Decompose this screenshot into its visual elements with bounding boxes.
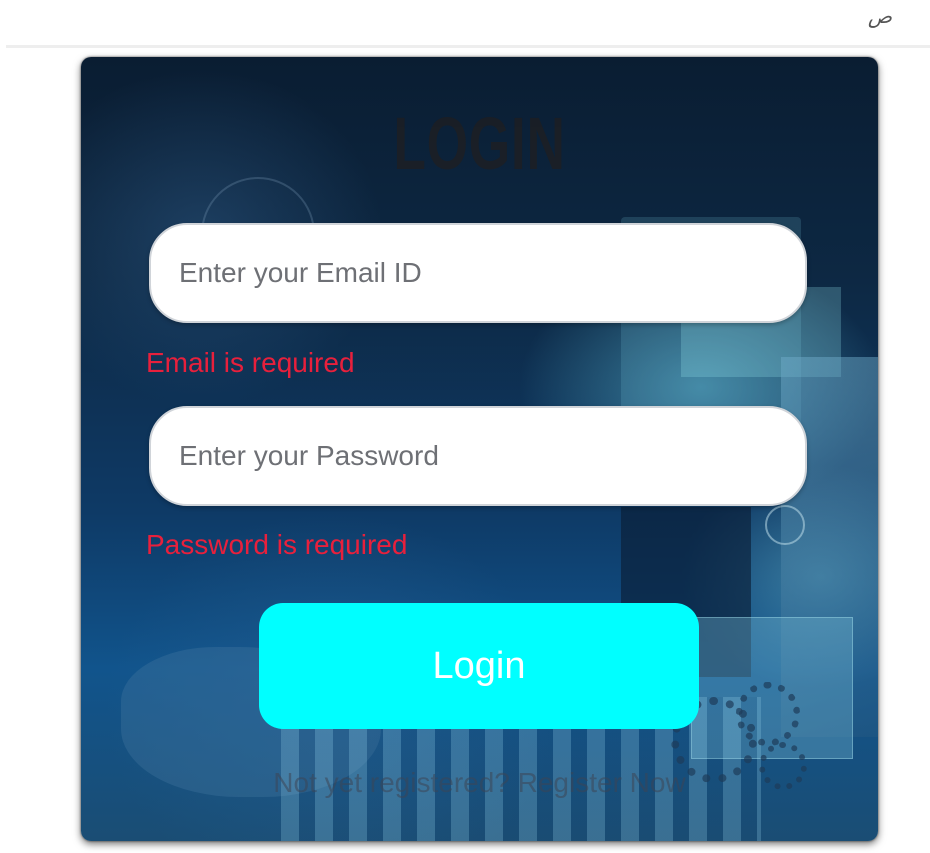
gear-icon bbox=[736, 682, 800, 746]
login-button[interactable]: Login bbox=[259, 603, 699, 729]
language-glyph-icon[interactable]: ص bbox=[868, 4, 892, 28]
circle-icon bbox=[765, 505, 805, 545]
register-prompt: Not yet registered? Register Now bbox=[81, 767, 878, 799]
register-prompt-text: Not yet registered? bbox=[273, 767, 518, 798]
login-card: LOGIN Email is required Password is requ… bbox=[81, 57, 878, 841]
email-error-message: Email is required bbox=[146, 347, 355, 378]
top-bar: ص bbox=[0, 0, 930, 46]
password-field[interactable] bbox=[149, 406, 807, 506]
background-panel bbox=[781, 357, 878, 737]
password-error-message: Password is required bbox=[146, 529, 408, 560]
header-divider bbox=[6, 45, 930, 48]
register-link[interactable]: Register Now bbox=[518, 767, 686, 798]
background-panel bbox=[691, 617, 853, 759]
email-field[interactable] bbox=[149, 223, 807, 323]
page-title: LOGIN bbox=[393, 102, 566, 185]
